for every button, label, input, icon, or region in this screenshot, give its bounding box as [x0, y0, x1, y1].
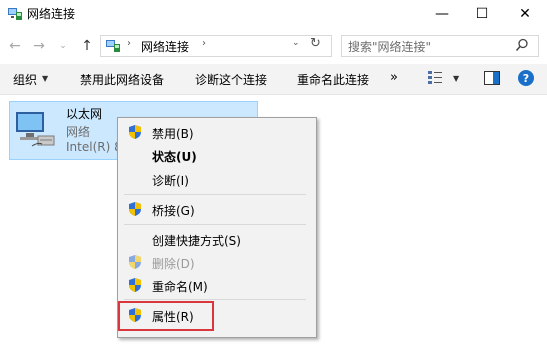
uac-shield-icon — [129, 278, 141, 292]
menu-separator — [124, 194, 306, 195]
chevron-down-icon[interactable]: ▼ — [42, 74, 48, 83]
breadcrumb-separator[interactable]: › — [127, 38, 131, 49]
adapter-device-name: Intel(R) 8 — [66, 140, 122, 154]
maximize-button[interactable]: ☐ — [462, 0, 502, 28]
up-button[interactable]: ↑ — [78, 36, 96, 56]
refresh-button[interactable]: ↻ — [310, 36, 321, 51]
close-button[interactable]: ✕ — [505, 0, 545, 28]
uac-shield-icon — [129, 202, 141, 216]
menu-separator — [124, 224, 306, 225]
search-icon[interactable] — [515, 38, 529, 52]
back-button[interactable]: ← — [6, 36, 24, 56]
uac-shield-icon — [129, 255, 141, 269]
menu-item-properties[interactable]: 属性(R) — [152, 308, 194, 325]
uac-shield-icon — [129, 125, 141, 139]
minimize-button[interactable]: — — [422, 0, 462, 28]
disable-device-button[interactable]: 禁用此网络设备 — [80, 71, 164, 88]
menu-item-diagnose[interactable]: 诊断(I) — [152, 172, 189, 189]
help-button[interactable]: ? — [518, 70, 534, 86]
recent-locations-button[interactable]: ⌄ — [54, 36, 72, 56]
network-folder-icon — [106, 40, 120, 52]
ethernet-adapter-icon — [16, 112, 55, 147]
view-options-icon[interactable] — [428, 71, 442, 85]
menu-item-rename[interactable]: 重命名(M) — [152, 278, 208, 295]
menu-item-status[interactable]: 状态(U) — [152, 148, 197, 165]
more-commands-button[interactable]: » — [390, 70, 398, 85]
menu-separator — [124, 299, 306, 300]
forward-button[interactable]: → — [30, 36, 48, 56]
network-connections-icon — [8, 8, 22, 20]
breadcrumb-network-connections[interactable]: 网络连接 — [141, 38, 189, 55]
preview-pane-icon[interactable] — [484, 71, 500, 85]
menu-item-create-shortcut[interactable]: 创建快捷方式(S) — [152, 232, 241, 249]
uac-shield-icon — [129, 308, 141, 322]
rename-connection-button[interactable]: 重命名此连接 — [297, 71, 369, 88]
window-title: 网络连接 — [27, 7, 76, 21]
menu-item-bridge[interactable]: 桥接(G) — [152, 202, 195, 219]
breadcrumb-separator[interactable]: › — [202, 38, 206, 49]
chevron-down-icon[interactable]: ▼ — [453, 74, 459, 83]
search-input[interactable]: 搜索"网络连接" — [348, 38, 431, 55]
organize-menu[interactable]: 组织 — [13, 71, 37, 88]
menu-item-delete: 删除(D) — [152, 257, 195, 271]
menu-item-disable[interactable]: 禁用(B) — [152, 125, 194, 142]
diagnose-connection-button[interactable]: 诊断这个连接 — [195, 71, 267, 88]
address-dropdown-button[interactable]: ⌄ — [292, 38, 300, 48]
adapter-status: 网络 — [66, 125, 91, 139]
adapter-name: 以太网 — [66, 107, 103, 121]
